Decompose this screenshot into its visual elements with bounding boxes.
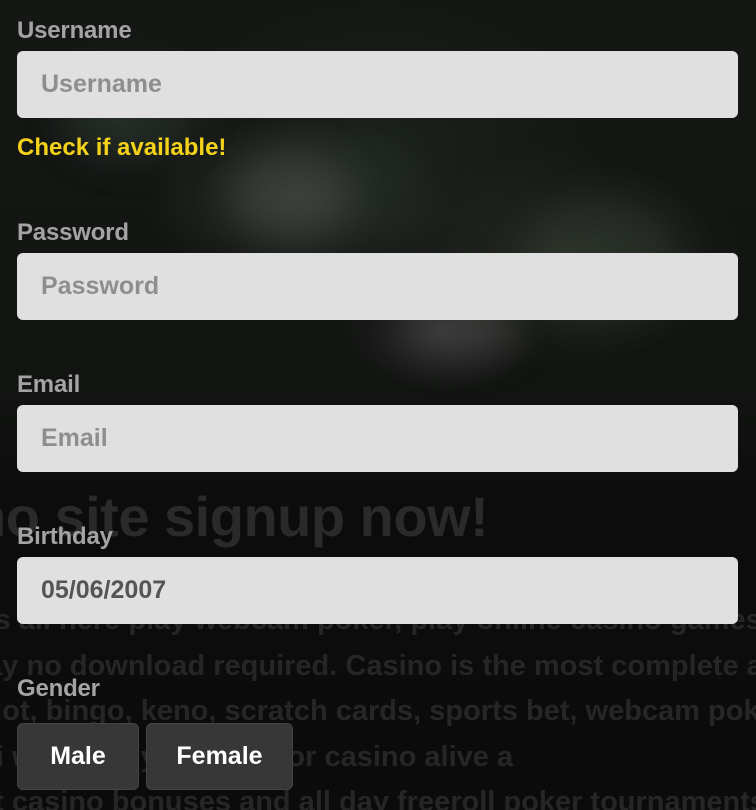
background-text-line: lay no download required. Casino is the …	[0, 650, 756, 682]
birthday-input[interactable]	[17, 557, 738, 624]
password-input[interactable]	[17, 253, 738, 320]
email-input[interactable]	[17, 405, 738, 472]
check-availability-link[interactable]: Check if available!	[17, 134, 226, 162]
gender-female-button[interactable]: Female	[146, 723, 293, 790]
gender-label: Gender	[17, 675, 100, 702]
birthday-label: Birthday	[17, 523, 113, 550]
password-label: Password	[17, 219, 129, 246]
username-label: Username	[17, 17, 132, 44]
username-input[interactable]	[17, 51, 738, 118]
email-label: Email	[17, 371, 81, 398]
gender-male-button[interactable]: Male	[17, 723, 139, 790]
